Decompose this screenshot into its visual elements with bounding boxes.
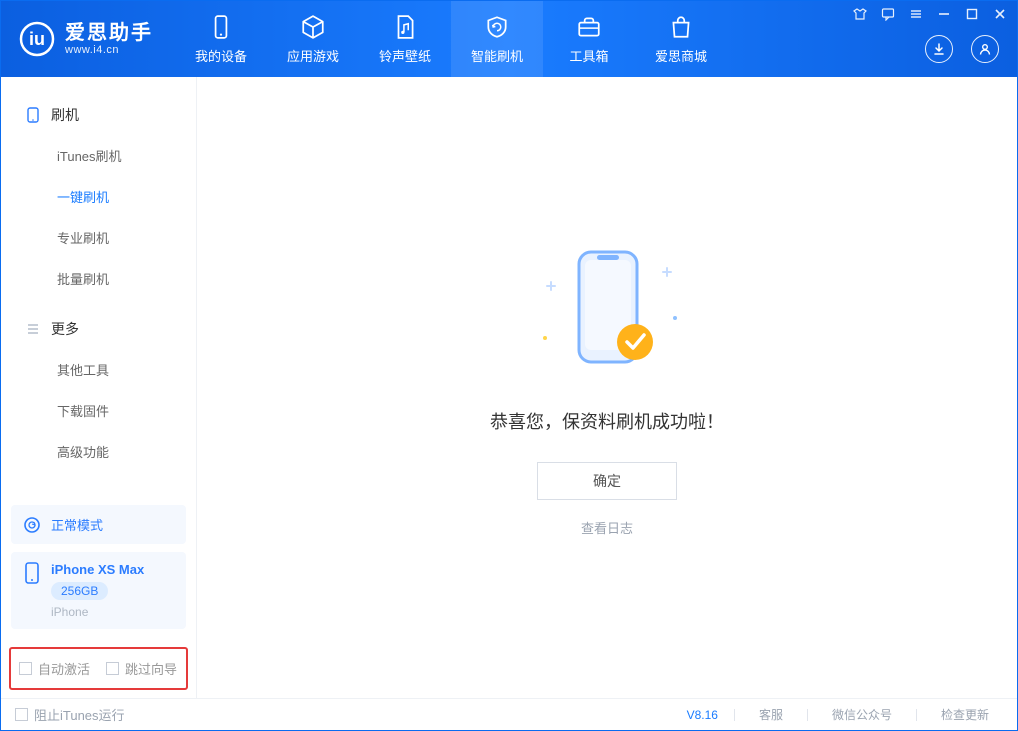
top-nav: 我的设备 应用游戏 铃声壁纸 智能刷机 工具箱 爱思商城 xyxy=(175,1,727,77)
separator xyxy=(807,709,808,721)
sidebar-item-itunes-flash[interactable]: iTunes刷机 xyxy=(1,135,196,176)
device-area: 正常模式 iPhone XS Max 256GB iPhone xyxy=(1,505,196,643)
phone-icon xyxy=(23,562,41,584)
list-icon xyxy=(25,321,41,337)
sidebar-item-other-tools[interactable]: 其他工具 xyxy=(1,349,196,390)
mode-label: 正常模式 xyxy=(51,515,103,534)
refresh-shield-icon xyxy=(484,14,510,40)
footer-link-update[interactable]: 检查更新 xyxy=(927,706,1003,723)
sidebar-item-oneclick-flash[interactable]: 一键刷机 xyxy=(1,176,196,217)
sidebar: 刷机 iTunes刷机 一键刷机 专业刷机 批量刷机 更多 其他工具 下载固件 xyxy=(1,77,197,698)
music-file-icon xyxy=(392,14,418,40)
header-right-icons xyxy=(925,35,999,63)
sidebar-item-download-firmware[interactable]: 下载固件 xyxy=(1,390,196,431)
sidebar-item-pro-flash[interactable]: 专业刷机 xyxy=(1,217,196,258)
checkbox-label: 跳过向导 xyxy=(125,659,177,678)
version-label: V8.16 xyxy=(687,708,724,722)
separator xyxy=(916,709,917,721)
menu-icon[interactable] xyxy=(909,7,923,21)
nav-my-device[interactable]: 我的设备 xyxy=(175,1,267,77)
nav-toolbox[interactable]: 工具箱 xyxy=(543,1,635,77)
success-message: 恭喜您，保资料刷机成功啦！ xyxy=(490,408,724,434)
success-illustration xyxy=(527,238,687,388)
shirt-icon[interactable] xyxy=(853,7,867,21)
nav-label: 应用游戏 xyxy=(287,46,339,65)
device-icon xyxy=(25,107,41,123)
nav-label: 铃声壁纸 xyxy=(379,46,431,65)
toolbox-icon xyxy=(576,14,602,40)
logo-icon: iu xyxy=(19,21,55,57)
sidebar-item-advanced[interactable]: 高级功能 xyxy=(1,431,196,472)
sidebar-flash-list: iTunes刷机 一键刷机 专业刷机 批量刷机 xyxy=(1,135,196,299)
phone-check-icon xyxy=(527,238,687,388)
minimize-icon[interactable] xyxy=(937,7,951,21)
nav-apps-games[interactable]: 应用游戏 xyxy=(267,1,359,77)
nav-smart-flash[interactable]: 智能刷机 xyxy=(451,1,543,77)
sidebar-section-label: 刷机 xyxy=(51,105,79,125)
mode-card[interactable]: 正常模式 xyxy=(11,505,186,544)
cube-icon xyxy=(300,14,326,40)
device-name: iPhone XS Max xyxy=(51,562,144,577)
device-card[interactable]: iPhone XS Max 256GB iPhone xyxy=(11,552,186,629)
sidebar-section-more[interactable]: 更多 xyxy=(1,309,196,349)
checkbox-icon xyxy=(19,662,32,675)
bag-icon xyxy=(668,14,694,40)
footer-link-service[interactable]: 客服 xyxy=(745,706,797,723)
app-name-cn: 爱思助手 xyxy=(65,22,153,44)
sidebar-scroll: 刷机 iTunes刷机 一键刷机 专业刷机 批量刷机 更多 其他工具 下载固件 xyxy=(1,77,196,505)
sync-icon xyxy=(23,516,41,534)
maximize-icon[interactable] xyxy=(965,7,979,21)
nav-label: 智能刷机 xyxy=(471,46,523,65)
nav-ringtone-wallpaper[interactable]: 铃声壁纸 xyxy=(359,1,451,77)
view-log-link[interactable]: 查看日志 xyxy=(581,518,633,537)
checkbox-auto-activate[interactable]: 自动激活 xyxy=(19,659,90,678)
logo[interactable]: iu 爱思助手 www.i4.cn xyxy=(1,1,175,77)
download-icon[interactable] xyxy=(925,35,953,63)
sidebar-more-list: 其他工具 下载固件 高级功能 xyxy=(1,349,196,472)
svg-text:iu: iu xyxy=(29,29,45,49)
separator xyxy=(734,709,735,721)
nav-shop[interactable]: 爱思商城 xyxy=(635,1,727,77)
feedback-icon[interactable] xyxy=(881,7,895,21)
sidebar-section-label: 更多 xyxy=(51,319,79,339)
body: 刷机 iTunes刷机 一键刷机 专业刷机 批量刷机 更多 其他工具 下载固件 xyxy=(1,77,1017,698)
checkbox-skip-guide[interactable]: 跳过向导 xyxy=(106,659,177,678)
ok-button[interactable]: 确定 xyxy=(537,462,677,500)
user-icon[interactable] xyxy=(971,35,999,63)
nav-label: 爱思商城 xyxy=(655,46,707,65)
phone-icon xyxy=(208,14,234,40)
header: iu 爱思助手 www.i4.cn 我的设备 应用游戏 铃声壁纸 智能 xyxy=(1,1,1017,77)
app-window: iu 爱思助手 www.i4.cn 我的设备 应用游戏 铃声壁纸 智能 xyxy=(0,0,1018,731)
nav-label: 工具箱 xyxy=(569,46,608,65)
device-storage: 256GB xyxy=(51,582,108,600)
main-content: 恭喜您，保资料刷机成功啦！ 确定 查看日志 xyxy=(197,77,1017,698)
close-icon[interactable] xyxy=(993,7,1007,21)
checkbox-icon xyxy=(106,662,119,675)
checkbox-label: 自动激活 xyxy=(38,659,90,678)
highlight-box: 自动激活 跳过向导 xyxy=(9,647,188,690)
app-name-en: www.i4.cn xyxy=(65,44,153,56)
device-detail: iPhone XS Max 256GB iPhone xyxy=(51,562,144,619)
window-controls xyxy=(853,7,1007,21)
checkbox-block-itunes[interactable]: 阻止iTunes运行 xyxy=(15,705,125,724)
sidebar-item-batch-flash[interactable]: 批量刷机 xyxy=(1,258,196,299)
sidebar-section-flash[interactable]: 刷机 xyxy=(1,95,196,135)
footer: 阻止iTunes运行 V8.16 客服 微信公众号 检查更新 xyxy=(1,698,1017,730)
device-type: iPhone xyxy=(51,605,144,619)
logo-text: 爱思助手 www.i4.cn xyxy=(65,22,153,56)
checkbox-label: 阻止iTunes运行 xyxy=(34,705,125,724)
footer-link-wechat[interactable]: 微信公众号 xyxy=(818,706,906,723)
nav-label: 我的设备 xyxy=(195,46,247,65)
checkbox-icon xyxy=(15,708,28,721)
